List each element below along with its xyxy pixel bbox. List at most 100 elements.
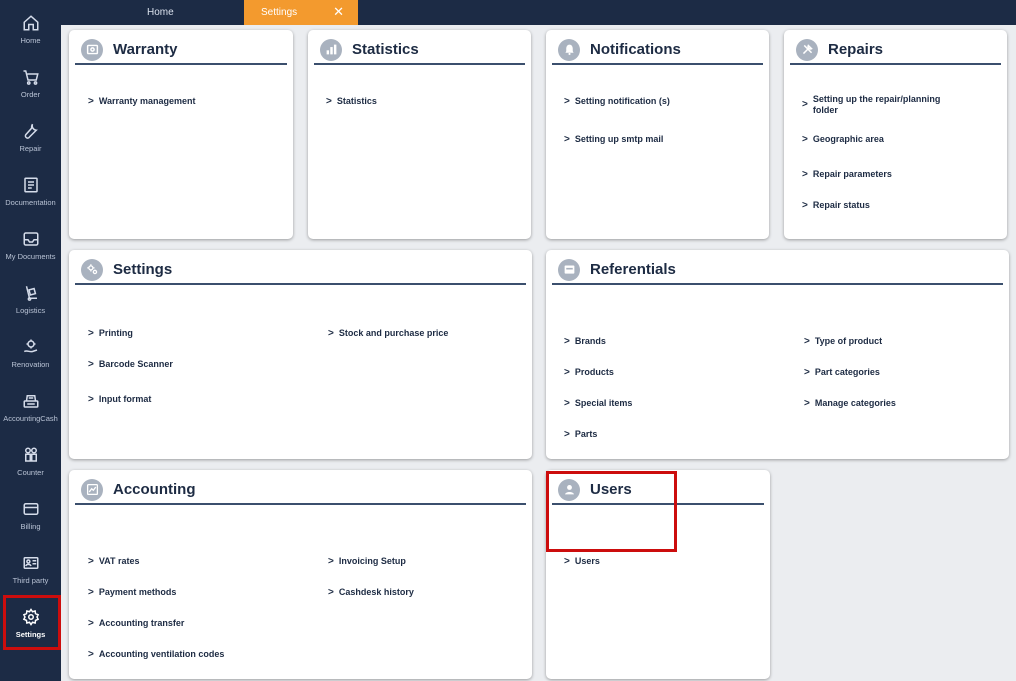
card-title: Warranty <box>113 41 178 58</box>
link-part-categories[interactable]: > Part categories <box>804 367 880 378</box>
card-header: Settings <box>75 256 526 285</box>
link-manage-categories[interactable]: > Manage categories <box>804 398 896 409</box>
chevron-right-icon: > <box>804 398 810 409</box>
sidebar-item-order[interactable]: Order <box>0 64 61 116</box>
link-payment-methods[interactable]: > Payment methods <box>88 587 176 598</box>
link-users[interactable]: > Users <box>564 556 600 567</box>
chevron-right-icon: > <box>802 99 808 110</box>
sidebar-item-renovation[interactable]: Renovation <box>0 334 61 386</box>
sidebar-item-logistics[interactable]: Logistics <box>0 280 61 332</box>
link-input-format[interactable]: > Input format <box>88 394 151 405</box>
sidebar-item-my-documents[interactable]: My Documents <box>0 226 61 278</box>
card-header: Repairs <box>790 36 1001 65</box>
sidebar-item-counter[interactable]: Counter <box>0 442 61 494</box>
cart-icon <box>23 70 39 85</box>
chevron-right-icon: > <box>88 587 94 598</box>
link-repair-status[interactable]: > Repair status <box>802 200 870 211</box>
sidebar-item-label: Counter <box>17 468 44 477</box>
card-header: Referentials <box>552 256 1003 285</box>
card-accounting: Accounting > VAT rates > Payment methods >… <box>69 470 532 679</box>
credit-card-icon <box>23 503 38 515</box>
gear-hand-icon <box>23 339 37 353</box>
tab-home[interactable]: Home <box>147 0 174 25</box>
chevron-right-icon: > <box>328 328 334 339</box>
link-invoicing-setup[interactable]: > Invoicing Setup <box>328 556 406 567</box>
link-repair-parameters[interactable]: > Repair parameters <box>802 169 892 180</box>
chevron-right-icon: > <box>88 359 94 370</box>
id-card-icon <box>23 557 38 569</box>
sidebar-item-label: Logistics <box>15 306 46 315</box>
card-title: Accounting <box>113 481 196 498</box>
sidebar-item-accounting-cash[interactable]: AccountingCash <box>0 388 61 440</box>
chevron-right-icon: > <box>804 367 810 378</box>
tab-settings[interactable]: Settings ✕ <box>244 0 358 25</box>
card-title: Notifications <box>590 41 681 58</box>
link-vat-rates[interactable]: > VAT rates <box>88 556 140 567</box>
accounting-chart-icon <box>81 478 103 501</box>
link-products[interactable]: > Products <box>564 367 614 378</box>
chevron-right-icon: > <box>564 134 570 145</box>
close-icon[interactable]: ✕ <box>333 5 344 19</box>
link-accounting-transfer[interactable]: > Accounting transfer <box>88 618 184 629</box>
card-title: Settings <box>113 261 173 278</box>
card-title: Referentials <box>590 261 676 278</box>
link-warranty-management[interactable]: > Warranty management <box>88 96 196 107</box>
sidebar-item-repair[interactable]: Repair <box>0 118 61 170</box>
bell-icon <box>558 38 580 61</box>
link-geographic-area[interactable]: > Geographic area <box>802 134 884 145</box>
chevron-right-icon: > <box>802 169 808 180</box>
sidebar-item-label: Third party <box>12 576 49 585</box>
link-stock-purchase-price[interactable]: > Stock and purchase price <box>328 328 448 339</box>
link-accounting-ventilation-codes[interactable]: > Accounting ventilation codes <box>88 649 224 660</box>
statistics-card-icon <box>320 38 342 61</box>
chevron-right-icon: > <box>88 96 94 107</box>
chevron-right-icon: > <box>328 587 334 598</box>
card-header: Warranty <box>75 36 287 65</box>
card-repairs: Repairs > Setting up the repair/planning … <box>784 30 1007 239</box>
link-parts[interactable]: > Parts <box>564 429 597 440</box>
settings-content: Warranty > Warranty management Statistics… <box>61 25 1016 681</box>
chevron-right-icon: > <box>88 394 94 405</box>
sidebar-item-billing[interactable]: Billing <box>0 496 61 548</box>
link-cashdesk-history[interactable]: > Cashdesk history <box>328 587 414 598</box>
wrench-icon <box>24 123 38 139</box>
link-setting-notifications[interactable]: > Setting notification (s) <box>564 96 670 107</box>
link-repair-planning-folder[interactable]: > Setting up the repair/planning folder <box>802 94 963 116</box>
sidebar-item-label: Billing <box>20 522 41 531</box>
sidebar-item-label: Order <box>20 90 41 99</box>
chevron-right-icon: > <box>88 649 94 660</box>
hand-truck-icon <box>25 286 37 301</box>
link-brands[interactable]: > Brands <box>564 336 606 347</box>
chevron-right-icon: > <box>328 556 334 567</box>
card-statistics: Statistics > Statistics <box>308 30 531 239</box>
chevron-right-icon: > <box>564 336 570 347</box>
chevron-right-icon: > <box>88 618 94 629</box>
card-notifications: Notifications > Setting notification (s) … <box>546 30 769 239</box>
chevron-right-icon: > <box>326 96 332 107</box>
tab-bar: Home Settings ✕ <box>61 0 1016 25</box>
sidebar-item-home[interactable]: Home <box>0 10 61 62</box>
link-setting-smtp-mail[interactable]: > Setting up smtp mail <box>564 134 663 145</box>
sidebar: Home Order Repair Documentation My Docum… <box>0 0 61 681</box>
sidebar-item-label: Repair <box>19 144 42 153</box>
sidebar-item-label: My Documents <box>5 252 56 261</box>
sidebar-item-label: Documentation <box>5 198 56 207</box>
sidebar-item-documentation[interactable]: Documentation <box>0 172 61 224</box>
card-warranty: Warranty > Warranty management <box>69 30 293 239</box>
link-special-items[interactable]: > Special items <box>564 398 632 409</box>
link-type-of-product[interactable]: > Type of product <box>804 336 882 347</box>
link-statistics[interactable]: > Statistics <box>326 96 377 107</box>
card-header: Accounting <box>75 476 526 505</box>
users-highlight-box <box>546 471 677 552</box>
card-title: Statistics <box>352 41 419 58</box>
chevron-right-icon: > <box>564 398 570 409</box>
link-barcode-scanner[interactable]: > Barcode Scanner <box>88 359 173 370</box>
card-header: Notifications <box>552 36 763 65</box>
chevron-right-icon: > <box>564 367 570 378</box>
chevron-right-icon: > <box>88 328 94 339</box>
link-printing[interactable]: > Printing <box>88 328 133 339</box>
settings-highlight-box <box>3 595 61 650</box>
sidebar-item-label: Renovation <box>11 360 50 369</box>
chevron-right-icon: > <box>802 200 808 211</box>
chevron-right-icon: > <box>802 134 808 145</box>
